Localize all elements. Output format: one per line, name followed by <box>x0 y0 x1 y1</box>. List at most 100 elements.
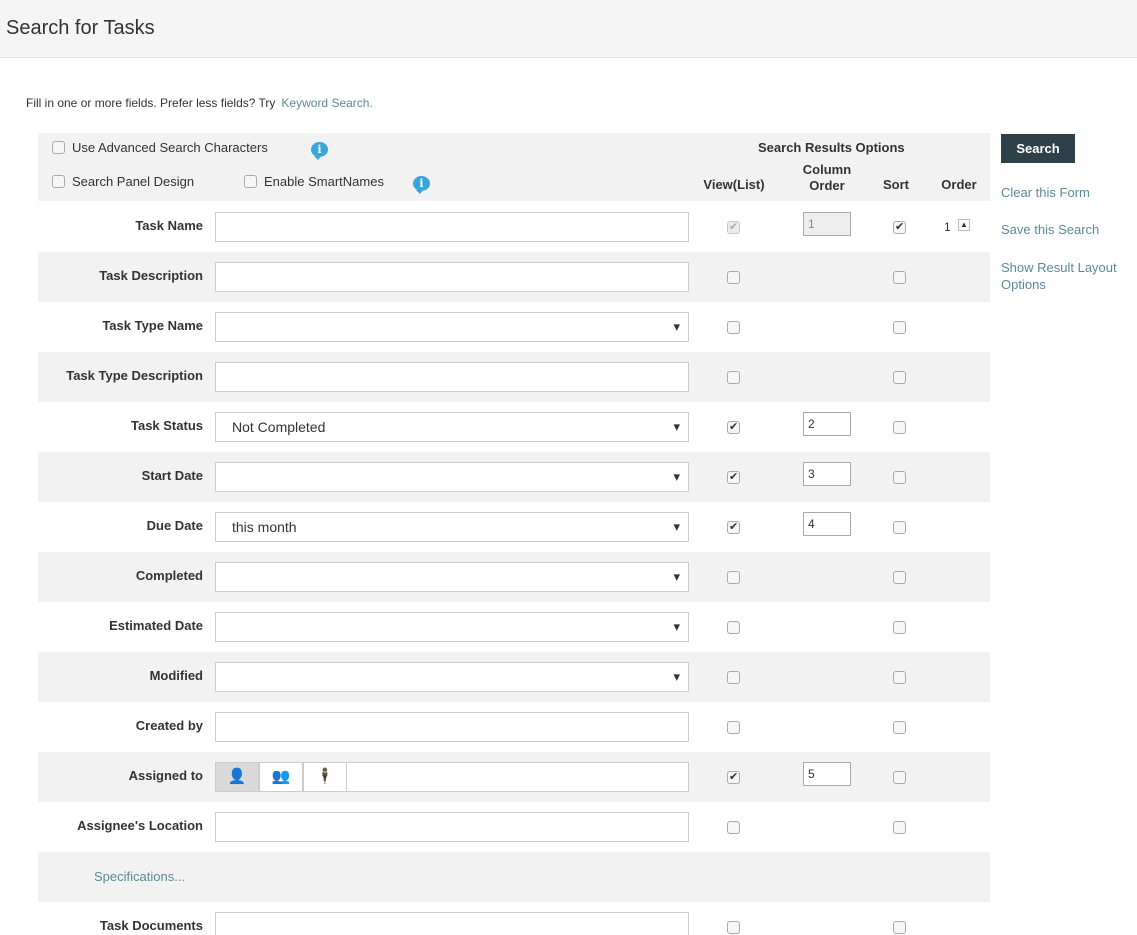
view-list-checkbox[interactable] <box>727 470 740 484</box>
order-value: 1 <box>944 220 951 234</box>
save-search-link[interactable]: Save this Search <box>1001 221 1099 238</box>
intro-text: Fill in one or more fields. Prefer less … <box>26 96 373 110</box>
task-name-input[interactable] <box>215 212 689 242</box>
row-estimated-date: Estimated Date <box>38 602 990 652</box>
sort-checkbox[interactable] <box>893 371 906 384</box>
row-task-name: Task Name 1 1 ▲ <box>38 202 990 252</box>
smartnames-checkbox[interactable] <box>244 175 257 188</box>
field-label: Task Type Name <box>102 318 203 333</box>
task-status-select[interactable]: Not Completed <box>215 412 689 442</box>
field-label: Assigned to <box>128 768 203 783</box>
smartnames-label: Enable SmartNames <box>264 174 384 189</box>
field-label: Task Documents <box>99 918 203 933</box>
person-role-icon[interactable]: 🕴 <box>303 762 347 792</box>
field-label: Completed <box>135 568 203 583</box>
row-task-documents: Task Documents <box>38 902 990 935</box>
view-list-checkbox[interactable] <box>727 321 740 334</box>
sort-checkbox[interactable] <box>893 621 906 634</box>
assignee-location-input[interactable] <box>215 812 689 842</box>
advanced-chars-checkbox[interactable] <box>52 141 65 154</box>
info-icon[interactable]: i <box>413 176 430 194</box>
search-button[interactable]: Search <box>1001 134 1075 163</box>
order-header: Order <box>941 177 977 192</box>
user-group-icon[interactable]: 👥 <box>259 762 303 792</box>
keyword-search-link[interactable]: Keyword Search. <box>281 96 372 110</box>
column-order-input[interactable]: 4 <box>803 512 851 536</box>
show-layout-options-link[interactable]: Show Result Layout Options <box>1001 259 1137 293</box>
estimated-date-select[interactable] <box>215 612 689 642</box>
sort-checkbox[interactable] <box>893 521 906 534</box>
search-options-panel: Use Advanced Search Characters i Search … <box>38 133 990 201</box>
assignee-type-toggle: 👤 👥 🕴 <box>215 762 347 792</box>
view-list-checkbox[interactable] <box>727 921 740 934</box>
field-label: Start Date <box>141 468 203 483</box>
view-list-header: View(List) <box>703 177 765 192</box>
view-list-checkbox[interactable] <box>727 621 740 634</box>
page-header: Search for Tasks <box>0 0 1137 58</box>
field-label: Created by <box>135 718 203 733</box>
row-due-date: Due Date this month 4 <box>38 502 990 552</box>
task-type-name-select[interactable] <box>215 312 689 342</box>
view-list-checkbox[interactable] <box>727 821 740 834</box>
created-by-input[interactable] <box>215 712 689 742</box>
completed-select[interactable] <box>215 562 689 592</box>
row-completed: Completed <box>38 552 990 602</box>
sort-checkbox[interactable] <box>893 821 906 834</box>
field-label: Task Type Description <box>66 368 203 383</box>
task-type-description-input[interactable] <box>215 362 689 392</box>
due-date-select[interactable]: this month <box>215 512 689 542</box>
modified-select[interactable] <box>215 662 689 692</box>
field-label: Task Name <box>135 218 203 233</box>
column-order-input[interactable]: 5 <box>803 762 851 786</box>
sort-checkbox[interactable] <box>893 271 906 284</box>
panel-design-label: Search Panel Design <box>72 174 195 189</box>
column-order-input: 1 <box>803 212 851 236</box>
field-label: Assignee's Location <box>77 818 203 833</box>
view-list-checkbox[interactable] <box>727 571 740 584</box>
row-task-status: Task Status Not Completed 2 <box>38 402 990 452</box>
task-description-input[interactable] <box>215 262 689 292</box>
results-options-title: Search Results Options <box>758 140 905 155</box>
view-list-checkbox[interactable] <box>727 721 740 734</box>
sort-checkbox[interactable] <box>893 220 906 234</box>
column-order-input[interactable]: 3 <box>803 462 851 486</box>
start-date-select[interactable] <box>215 462 689 492</box>
row-created-by: Created by <box>38 702 990 752</box>
sort-checkbox[interactable] <box>893 671 906 684</box>
row-specifications: Specifications... <box>38 852 990 902</box>
field-label: Modified <box>149 668 203 683</box>
column-order-input[interactable]: 2 <box>803 412 851 436</box>
sort-checkbox[interactable] <box>893 421 906 434</box>
info-icon[interactable]: i <box>311 142 328 160</box>
task-documents-input[interactable] <box>215 912 689 935</box>
sort-header: Sort <box>883 177 909 192</box>
row-task-type-description: Task Type Description <box>38 352 990 402</box>
sort-checkbox[interactable] <box>893 471 906 484</box>
row-modified: Modified <box>38 652 990 702</box>
view-list-checkbox[interactable] <box>727 371 740 384</box>
sort-checkbox[interactable] <box>893 771 906 784</box>
view-list-checkbox[interactable] <box>727 770 740 784</box>
row-start-date: Start Date 3 <box>38 452 990 502</box>
sort-checkbox[interactable] <box>893 721 906 734</box>
sort-checkbox[interactable] <box>893 321 906 334</box>
view-list-checkbox[interactable] <box>727 671 740 684</box>
specifications-link[interactable]: Specifications... <box>94 869 185 884</box>
view-list-checkbox[interactable] <box>727 271 740 284</box>
field-label: Due Date <box>146 518 203 533</box>
intro-label: Fill in one or more fields. Prefer less … <box>26 96 276 110</box>
field-label: Estimated Date <box>109 618 203 633</box>
clear-form-link[interactable]: Clear this Form <box>1001 184 1090 201</box>
row-task-description: Task Description <box>38 252 990 302</box>
single-user-icon[interactable]: 👤 <box>215 762 259 792</box>
view-list-checkbox[interactable] <box>727 520 740 534</box>
page-title: Search for Tasks <box>6 17 155 39</box>
sort-checkbox[interactable] <box>893 921 906 934</box>
panel-design-checkbox[interactable] <box>52 175 65 188</box>
sort-ascending-icon[interactable]: ▲ <box>958 219 970 231</box>
assigned-to-input[interactable] <box>347 762 689 792</box>
sort-checkbox[interactable] <box>893 571 906 584</box>
view-list-checkbox[interactable] <box>727 420 740 434</box>
row-assignee-location: Assignee's Location <box>38 802 990 852</box>
view-list-checkbox <box>727 220 740 234</box>
